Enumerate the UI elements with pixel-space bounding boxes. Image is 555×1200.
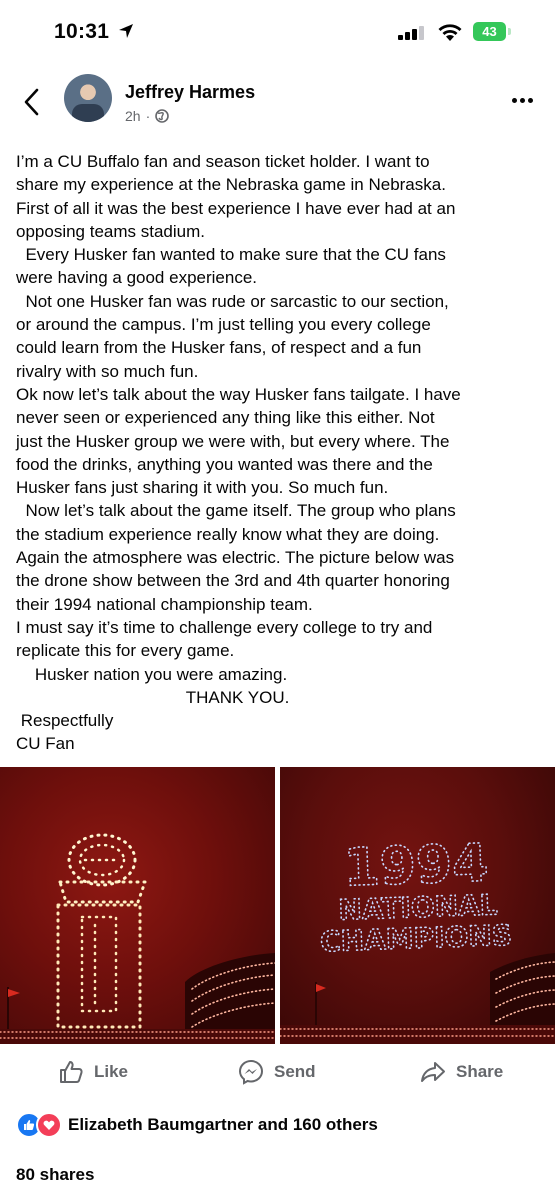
post-line: rivalry with so much fun. xyxy=(16,361,199,381)
post-line: THANK YOU. xyxy=(16,687,290,707)
more-dots-icon[interactable] xyxy=(512,98,533,103)
post-line: Again the atmosphere was electric. The p… xyxy=(16,548,455,568)
post-line: Respectfully xyxy=(16,711,114,731)
meta-dot: · xyxy=(145,108,151,124)
post-line: replicate this for every game. xyxy=(16,641,235,661)
post-line: their 1994 national championship team. xyxy=(16,594,313,614)
location-arrow-icon xyxy=(119,24,133,38)
signal-icon xyxy=(398,26,424,40)
post-line: the stadium experience really know what … xyxy=(16,524,440,544)
photo-grid: 1994 NATIONAL CHAMPIONS xyxy=(0,767,555,1044)
send-button[interactable]: Send xyxy=(238,1052,316,1092)
post-line: CU Fan xyxy=(16,734,75,754)
post-line: Ok now let’s talk about the way Husker f… xyxy=(16,384,461,404)
wifi-icon xyxy=(438,24,462,41)
post-line: First of all it was the best experience … xyxy=(16,198,456,218)
post-line: Every Husker fan wanted to make sure tha… xyxy=(16,245,446,265)
post-line: I’m a CU Buffalo fan and season ticket h… xyxy=(16,152,430,171)
post-line: food the drinks, anything you wanted was… xyxy=(16,454,433,474)
like-icon xyxy=(60,1061,83,1083)
reactions-summary[interactable]: Elizabeth Baumgartner and 160 others xyxy=(16,1112,378,1138)
post-line: I must say it’s time to challenge every … xyxy=(16,617,433,637)
post-line: just the Husker group we were with, but … xyxy=(16,431,450,451)
back-chevron-icon[interactable] xyxy=(20,88,44,116)
action-bar: Like Send Share xyxy=(0,1052,555,1092)
photo-champions-text: CHAMPIONS xyxy=(320,919,513,959)
time-ago[interactable]: 2h xyxy=(125,108,141,124)
share-label: Share xyxy=(456,1062,504,1081)
reaction-love-icon xyxy=(36,1112,62,1138)
post-line: Now let’s talk about the game itself. Th… xyxy=(16,501,456,521)
post-line: or around the campus. I’m just telling y… xyxy=(16,315,431,335)
avatar[interactable] xyxy=(64,74,112,122)
photo-drone-trophy[interactable] xyxy=(0,767,275,1044)
battery-icon: 43 xyxy=(473,22,506,41)
battery-cap xyxy=(508,28,511,35)
post-line: the drone show between the 3rd and 4th q… xyxy=(16,571,450,591)
like-label: Like xyxy=(94,1062,129,1081)
post-meta: 2h · xyxy=(125,108,170,124)
share-button[interactable]: Share xyxy=(420,1052,503,1092)
post-line: could learn from the Husker fans, of res… xyxy=(16,338,422,358)
post-text: I’m a CU Buffalo fan and season ticket h… xyxy=(16,150,544,756)
post-line: Husker nation you were amazing. xyxy=(16,664,288,684)
status-time: 10:31 xyxy=(54,20,110,43)
reactions-text: Elizabeth Baumgartner and 160 others xyxy=(68,1115,378,1134)
globe-icon xyxy=(155,109,170,123)
post-line: share my experience at the Nebraska game… xyxy=(16,175,446,195)
post-line: Husker fans just sharing it with you. So… xyxy=(16,478,389,498)
post-line: never seen or experienced any thing like… xyxy=(16,408,435,428)
messenger-icon xyxy=(238,1059,264,1085)
shares-count[interactable]: 80 shares xyxy=(16,1165,94,1185)
battery-level: 43 xyxy=(482,24,497,39)
post-line: Not one Husker fan was rude or sarcastic… xyxy=(16,291,449,311)
send-label: Send xyxy=(274,1062,316,1081)
post-line: opposing teams stadium. xyxy=(16,221,205,241)
status-bar: 10:31 43 xyxy=(0,0,555,66)
share-icon xyxy=(421,1062,445,1082)
post-line: were having a good experience. xyxy=(16,268,257,288)
like-button[interactable]: Like xyxy=(58,1052,128,1092)
author-name[interactable]: Jeffrey Harmes xyxy=(125,82,255,103)
photo-drone-1994[interactable]: 1994 NATIONAL CHAMPIONS xyxy=(280,767,555,1044)
